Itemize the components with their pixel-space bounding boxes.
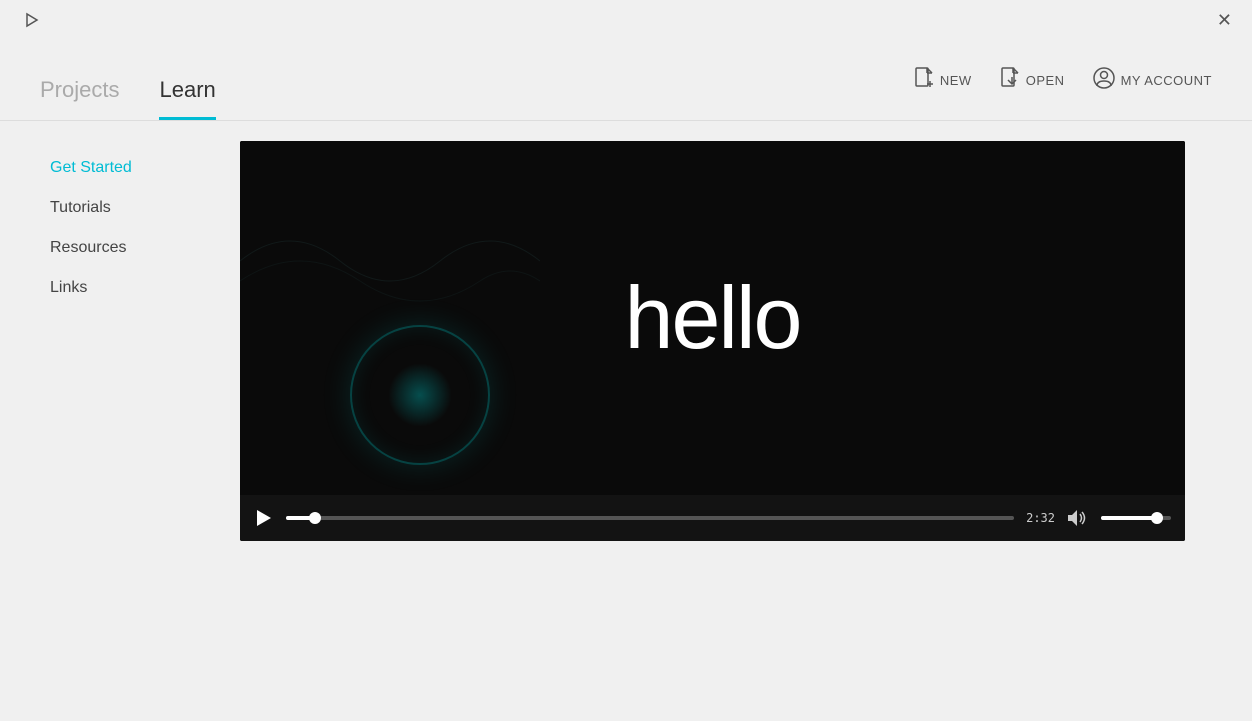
new-button-label: NEW (940, 73, 972, 88)
my-account-label: MY ACCOUNT (1121, 73, 1212, 88)
sidebar-item-get-started[interactable]: Get Started (50, 151, 220, 185)
tab-projects[interactable]: Projects (40, 77, 119, 120)
time-display: 2:32 (1026, 511, 1055, 525)
main-content: Get Started Tutorials Resources Links he… (0, 121, 1252, 721)
play-button[interactable] (254, 508, 274, 528)
video-player[interactable]: hello 2:32 (240, 141, 1185, 541)
tab-learn[interactable]: Learn (159, 77, 215, 120)
account-icon (1093, 67, 1115, 94)
progress-thumb (309, 512, 321, 524)
open-file-icon (1000, 67, 1020, 94)
volume-thumb (1151, 512, 1163, 524)
video-area: hello 2:32 (240, 121, 1252, 721)
new-file-icon (914, 67, 934, 94)
sidebar-item-tutorials[interactable]: Tutorials (50, 191, 220, 225)
top-bar-left (20, 9, 42, 31)
video-hello-text: hello (625, 267, 801, 369)
volume-fill (1101, 516, 1157, 520)
new-button[interactable]: NEW (914, 67, 972, 94)
volume-icon (1067, 509, 1089, 527)
open-button-label: OPEN (1026, 73, 1065, 88)
play-icon (257, 510, 271, 526)
volume-bar[interactable] (1101, 516, 1171, 520)
sidebar: Get Started Tutorials Resources Links (0, 121, 240, 721)
nav-area: Projects Learn NEW (0, 40, 1252, 120)
open-button[interactable]: OPEN (1000, 67, 1065, 94)
progress-bar[interactable] (286, 516, 1014, 520)
my-account-button[interactable]: MY ACCOUNT (1093, 67, 1212, 94)
sidebar-item-resources[interactable]: Resources (50, 231, 220, 265)
top-bar: ✕ (0, 0, 1252, 40)
video-controls: 2:32 (240, 495, 1185, 541)
video-content: hello (240, 141, 1185, 495)
volume-button[interactable] (1067, 509, 1089, 527)
close-button[interactable]: ✕ (1217, 11, 1232, 29)
video-glow-inner (388, 363, 452, 427)
app-icon (20, 9, 42, 31)
nav-tabs: Projects Learn (40, 40, 216, 120)
nav-actions: NEW OPEN (914, 67, 1212, 94)
video-swirl-decoration (240, 201, 540, 321)
sidebar-item-links[interactable]: Links (50, 271, 220, 305)
